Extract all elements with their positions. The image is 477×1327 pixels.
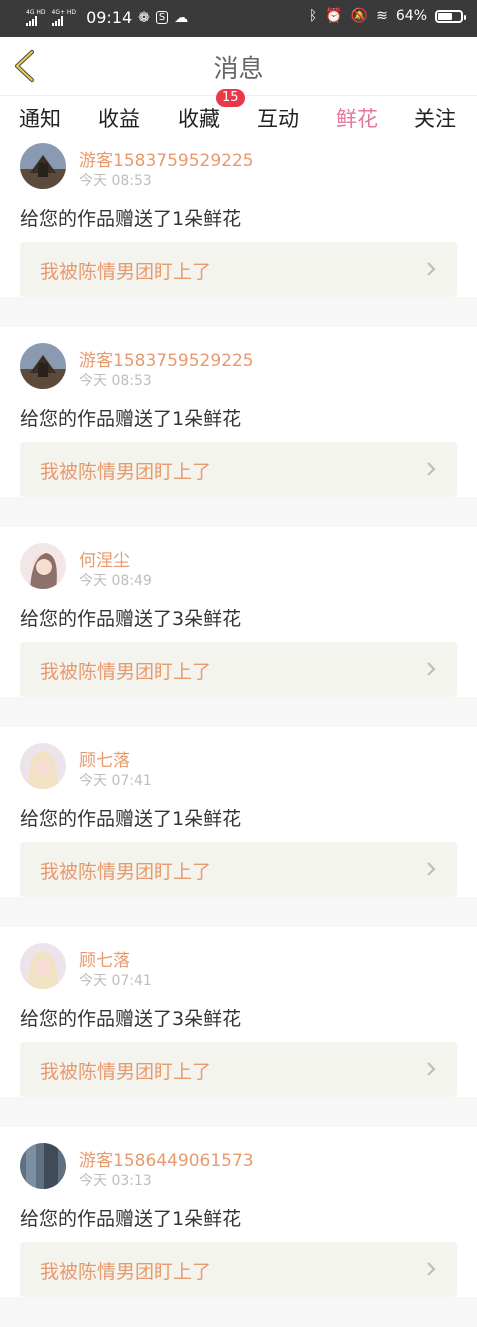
header: 消息 <box>0 37 477 96</box>
username[interactable]: 游客1586449061573 <box>79 1146 254 1171</box>
tab-label: 关注 <box>414 107 456 131</box>
tab-notice[interactable]: 通知 <box>19 103 61 133</box>
tab-label: 互动 <box>257 107 299 131</box>
timestamp: 今天 03:13 <box>79 1173 152 1189</box>
signal-icon: 4G HD <box>26 9 46 26</box>
avatar[interactable] <box>20 743 66 789</box>
tab-bar: 通知 收益 收藏 15 互动 鲜花 关注 <box>0 89 477 143</box>
avatar[interactable] <box>20 943 66 989</box>
list-item: 顾七落 今天 07:41 给您的作品赠送了1朵鲜花 我被陈情男团盯上了 <box>0 727 477 897</box>
chevron-right-icon <box>427 462 436 476</box>
bluetooth-icon: ᛒ <box>308 8 318 24</box>
timestamp: 今天 08:53 <box>79 373 152 389</box>
work-title: 我被陈情男团盯上了 <box>40 261 212 283</box>
work-title: 我被陈情男团盯上了 <box>40 461 212 483</box>
list-item: 游客1583759529225 今天 08:53 给您的作品赠送了1朵鲜花 我被… <box>0 327 477 497</box>
username[interactable]: 何涅尘 <box>79 546 130 571</box>
gift-message: 给您的作品赠送了1朵鲜花 <box>20 208 242 230</box>
page-title: 消息 <box>213 54 264 83</box>
work-link[interactable]: 我被陈情男团盯上了 <box>20 1242 457 1297</box>
mute-icon: 🔕 <box>350 8 369 24</box>
timestamp: 今天 08:49 <box>79 573 152 589</box>
timestamp: 今天 07:41 <box>79 973 152 989</box>
list-item: 何涅尘 今天 08:49 给您的作品赠送了3朵鲜花 我被陈情男团盯上了 <box>0 527 477 697</box>
list-item: 游客1586449061573 今天 03:13 给您的作品赠送了1朵鲜花 我被… <box>0 1127 477 1297</box>
gift-message: 给您的作品赠送了3朵鲜花 <box>20 608 242 630</box>
wechat-icon: ❁ <box>138 9 150 26</box>
tab-interaction[interactable]: 互动 <box>257 103 299 133</box>
tab-label: 收益 <box>98 107 140 131</box>
work-title: 我被陈情男团盯上了 <box>40 661 212 683</box>
username[interactable]: 顾七落 <box>79 746 130 771</box>
tab-label: 收藏 <box>178 107 220 131</box>
tab-label: 鲜花 <box>336 107 378 131</box>
tab-following[interactable]: 关注 <box>414 103 456 133</box>
list-item: 顾七落 今天 07:41 给您的作品赠送了3朵鲜花 我被陈情男团盯上了 <box>0 927 477 1097</box>
tab-flowers[interactable]: 鲜花 <box>336 103 378 143</box>
username[interactable]: 游客1583759529225 <box>79 346 254 371</box>
alarm-icon: ⏰ <box>325 8 343 24</box>
gift-message: 给您的作品赠送了1朵鲜花 <box>20 1208 242 1230</box>
work-link[interactable]: 我被陈情男团盯上了 <box>20 642 457 697</box>
avatar[interactable] <box>20 143 66 189</box>
cloud-icon: ☁ <box>174 9 189 26</box>
tab-favorites[interactable]: 收藏 15 <box>178 89 245 133</box>
chevron-right-icon <box>427 1262 436 1276</box>
battery-percent: 64% <box>395 8 427 24</box>
wifi-icon: ≋ <box>376 8 388 24</box>
gift-message: 给您的作品赠送了1朵鲜花 <box>20 808 242 830</box>
work-title: 我被陈情男团盯上了 <box>40 861 212 883</box>
timestamp: 今天 08:53 <box>79 173 152 189</box>
chevron-right-icon <box>427 1062 436 1076</box>
tab-earnings[interactable]: 收益 <box>98 103 140 133</box>
gift-message: 给您的作品赠送了3朵鲜花 <box>20 1008 242 1030</box>
work-link[interactable]: 我被陈情男团盯上了 <box>20 842 457 897</box>
avatar[interactable] <box>20 543 66 589</box>
chevron-right-icon <box>427 862 436 876</box>
gift-message: 给您的作品赠送了1朵鲜花 <box>20 408 242 430</box>
work-link[interactable]: 我被陈情男团盯上了 <box>20 442 457 497</box>
avatar[interactable] <box>20 1143 66 1189</box>
tab-label: 通知 <box>19 107 61 131</box>
flower-message-list: 游客1583759529225 今天 08:53 给您的作品赠送了1朵鲜花 我被… <box>0 140 477 1327</box>
chevron-right-icon <box>427 262 436 276</box>
status-bar: 4G HD 4G+ HD 09:14 ❁ S ☁ ᛒ ⏰ 🔕 ≋ 64% <box>0 0 477 37</box>
avatar[interactable] <box>20 343 66 389</box>
work-link[interactable]: 我被陈情男团盯上了 <box>20 1042 457 1097</box>
clock: 09:14 <box>86 8 133 27</box>
app-s-icon: S <box>155 11 169 24</box>
chevron-right-icon <box>427 662 436 676</box>
username[interactable]: 顾七落 <box>79 946 130 971</box>
signal-icon: 4G+ HD <box>51 9 76 26</box>
work-link[interactable]: 我被陈情男团盯上了 <box>20 242 457 297</box>
username[interactable]: 游客1583759529225 <box>79 146 254 171</box>
list-item: 游客1583759529225 今天 08:53 给您的作品赠送了1朵鲜花 我被… <box>0 140 477 297</box>
timestamp: 今天 07:41 <box>79 773 152 789</box>
battery-icon <box>435 9 466 23</box>
work-title: 我被陈情男团盯上了 <box>40 1061 212 1083</box>
favorites-count-badge: 15 <box>216 89 245 107</box>
